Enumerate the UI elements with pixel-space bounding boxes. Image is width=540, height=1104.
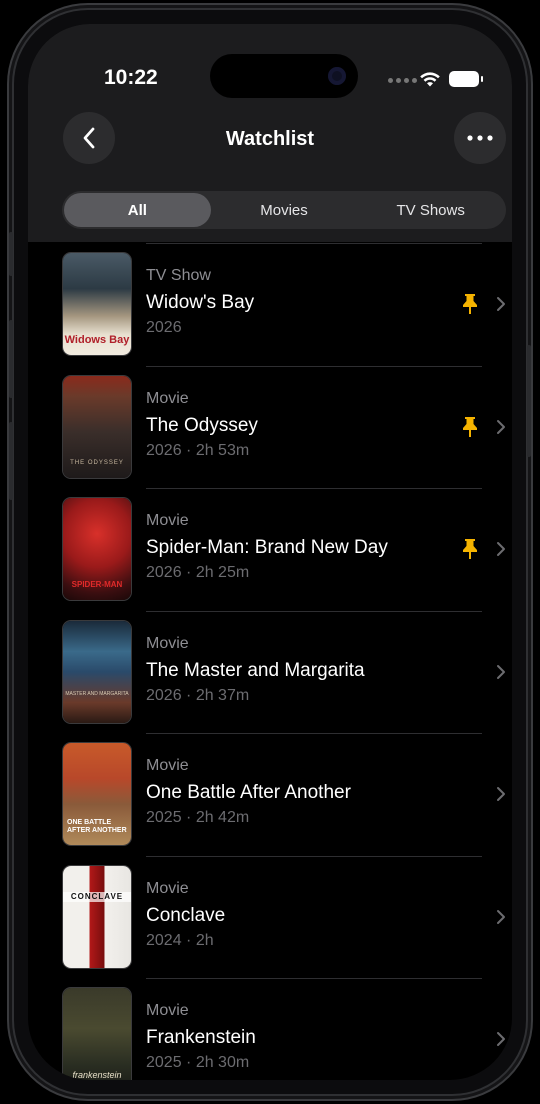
pin-icon (463, 416, 477, 437)
list-item[interactable]: CONCLAVE Movie Conclave 2024 · 2h (28, 855, 512, 979)
item-kind: Movie (146, 1002, 189, 1019)
chevron-right-icon (497, 419, 505, 434)
segmented-control: All Movies TV Shows (62, 191, 506, 229)
separator (146, 243, 482, 244)
item-title: The Master and Margarita (146, 659, 365, 681)
poster-image: MASTER AND MARGARITA (63, 620, 131, 723)
battery-icon (449, 71, 483, 87)
pin-icon (463, 539, 477, 559)
chevron-right-icon (497, 664, 505, 679)
poster-text: Widows Bay (64, 334, 130, 346)
poster-image: SPIDER-MAN (63, 498, 131, 600)
chevron-right-icon (497, 542, 505, 556)
volume-up-button (9, 320, 13, 398)
item-kind: Movie (146, 879, 189, 897)
list-item[interactable]: ONE BATTLE AFTER ANOTHER Movie One Battl… (28, 733, 512, 856)
screen: 10:22 Watchlist All Movies TV Shows Wido… (28, 24, 512, 1080)
poster-text: ONE BATTLE AFTER ANOTHER (67, 819, 127, 834)
separator (146, 978, 482, 979)
chevron-right-icon (497, 297, 505, 311)
item-title: One Battle After Another (146, 782, 351, 803)
chevron-right-icon (497, 909, 505, 924)
item-meta: 2025 · 2h 30m (146, 1054, 250, 1071)
segment-tv-shows[interactable]: TV Shows (357, 193, 504, 227)
page-title: Watchlist (225, 128, 315, 150)
list-item[interactable]: frankenstein Movie Frankenstein 2025 · 2… (28, 978, 512, 1080)
item-kind: TV Show (146, 267, 211, 284)
separator (146, 488, 482, 489)
item-kind: Movie (146, 512, 189, 529)
chevron-right-icon (497, 787, 505, 801)
list-item[interactable]: THE ODYSSEY Movie The Odyssey 2026 · 2h … (28, 365, 512, 489)
item-meta: 2024 · 2h (146, 931, 214, 949)
poster-image: THE ODYSSEY (63, 375, 131, 478)
separator (146, 610, 482, 612)
poster-text: THE ODYSSEY (70, 459, 124, 466)
separator (146, 733, 482, 734)
more-button[interactable] (454, 112, 506, 164)
poster-image: Widows Bay (63, 253, 131, 355)
separator (146, 365, 482, 367)
poster-text: SPIDER-MAN (71, 580, 123, 589)
list-item[interactable]: MASTER AND MARGARITA Movie The Master an… (28, 610, 512, 734)
list-item[interactable]: SPIDER-MAN Movie Spider-Man: Brand New D… (28, 488, 512, 611)
phone-frame: 10:22 Watchlist All Movies TV Shows Wido… (14, 10, 526, 1094)
watchlist: Widows Bay TV Show Widow's Bay 2026 THE … (28, 243, 512, 1080)
status-time: 10:22 (104, 66, 158, 89)
item-meta: 2026 · 2h 53m (146, 441, 250, 459)
dynamic-island (210, 54, 358, 98)
item-kind: Movie (146, 634, 189, 652)
segment-all[interactable]: All (64, 193, 211, 227)
item-kind: Movie (146, 757, 189, 774)
chevron-right-icon (497, 1032, 505, 1046)
pin-icon (463, 294, 477, 314)
poster-image: ONE BATTLE AFTER ANOTHER (63, 743, 131, 845)
poster-text: MASTER AND MARGARITA (65, 690, 129, 697)
ellipsis-icon (467, 135, 493, 141)
poster-image: frankenstein (63, 988, 131, 1080)
item-kind: Movie (146, 389, 189, 407)
power-button (527, 345, 531, 457)
list-item[interactable]: Widows Bay TV Show Widow's Bay 2026 (28, 243, 512, 366)
item-meta: 2026 (146, 319, 182, 336)
segment-movies[interactable]: Movies (211, 193, 358, 227)
item-meta: 2026 · 2h 37m (146, 686, 250, 704)
item-title: The Odyssey (146, 414, 258, 436)
item-meta: 2026 · 2h 25m (146, 564, 250, 581)
item-title: Frankenstein (146, 1027, 256, 1048)
poster-image: CONCLAVE (63, 865, 131, 968)
wifi-icon (420, 72, 440, 87)
poster-text: frankenstein (72, 1070, 122, 1080)
separator (146, 855, 482, 857)
action-button (9, 232, 13, 276)
poster-text: CONCLAVE (63, 891, 131, 902)
item-meta: 2025 · 2h 42m (146, 809, 250, 826)
item-title: Spider-Man: Brand New Day (146, 537, 388, 558)
volume-down-button (9, 422, 13, 500)
camera-icon (328, 67, 346, 85)
item-title: Widow's Bay (146, 292, 255, 313)
cellular-signal-icon (388, 78, 417, 83)
item-title: Conclave (146, 904, 226, 926)
